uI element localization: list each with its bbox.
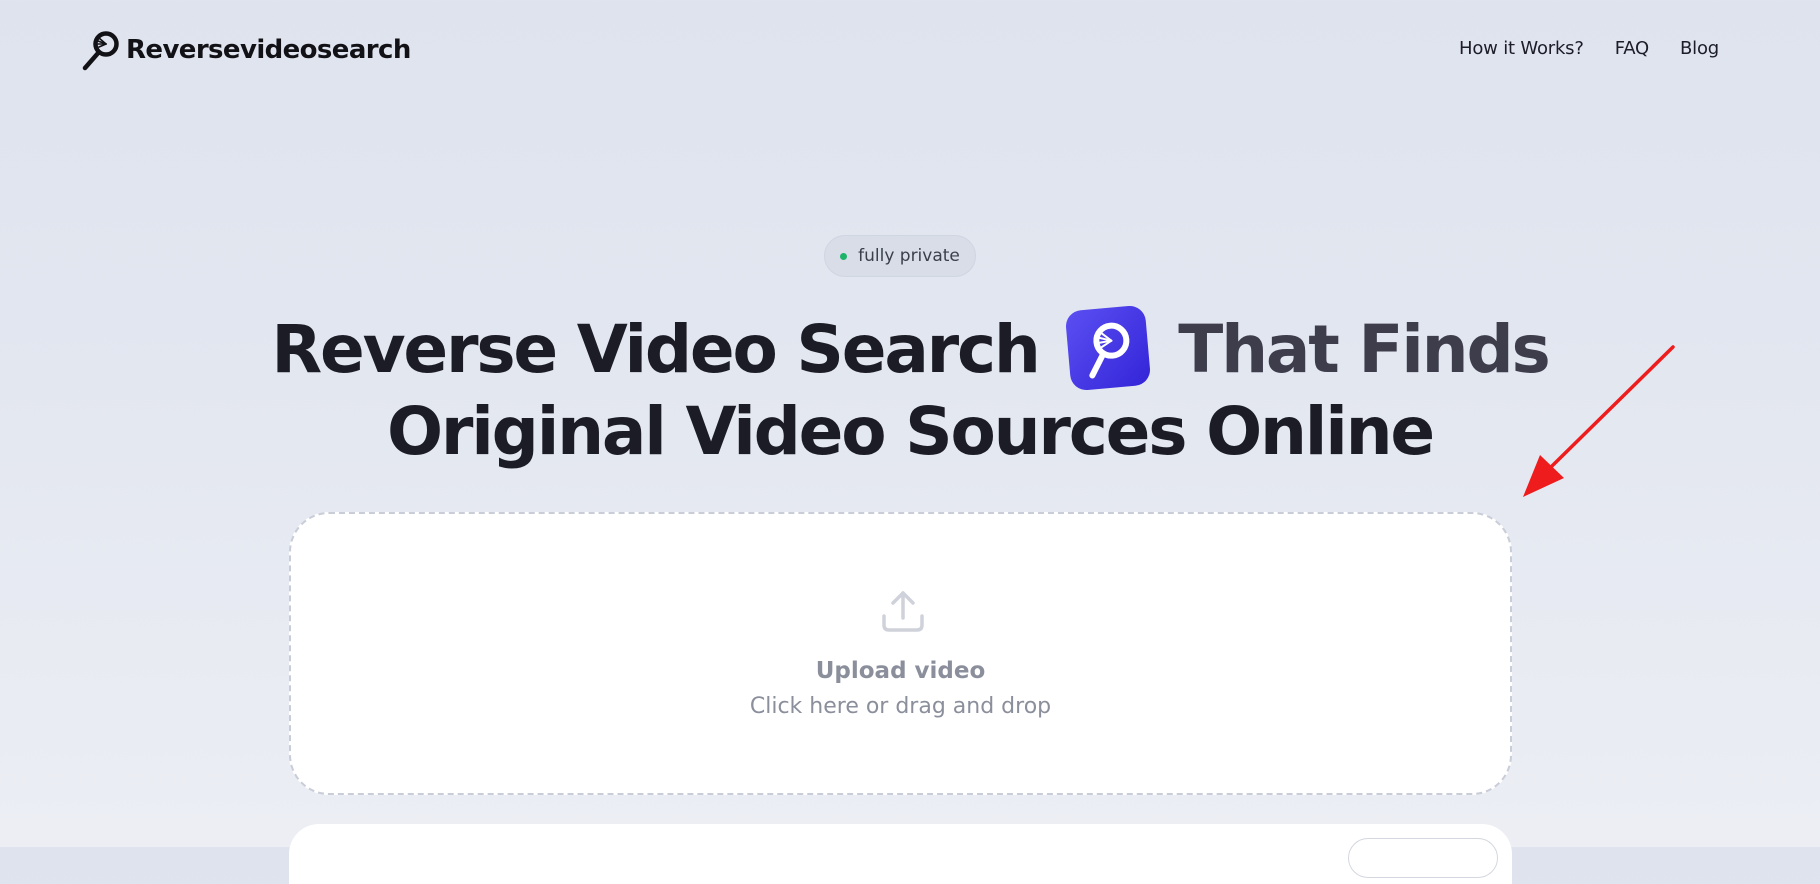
option-button[interactable] — [1348, 838, 1498, 878]
logo-text: Reversevideosearch — [126, 35, 411, 65]
logo-link[interactable]: Reversevideosearch — [82, 29, 411, 71]
main-nav: How it Works? FAQ Blog — [1459, 38, 1719, 59]
site-header: Reversevideosearch How it Works? FAQ Blo… — [0, 0, 1820, 104]
upload-subtitle: Click here or drag and drop — [749, 694, 1052, 719]
search-options-card — [289, 824, 1512, 884]
title-line-2: Original Video Sources Online — [387, 393, 1435, 470]
upload-icon — [880, 588, 926, 634]
privacy-badge: fully private — [824, 235, 976, 277]
nav-link-blog[interactable]: Blog — [1680, 38, 1719, 59]
nav-link-faq[interactable]: FAQ — [1615, 38, 1649, 59]
nav-link-how-it-works[interactable]: How it Works? — [1459, 38, 1584, 59]
title-part-1: Reverse Video Search — [271, 311, 1041, 388]
search-app-icon — [1062, 302, 1153, 393]
privacy-badge-label: fully private — [858, 246, 960, 266]
video-upload-dropzone[interactable]: Upload video Click here or drag and drop — [289, 512, 1512, 795]
magnifier-icon — [82, 29, 122, 71]
upload-title: Upload video — [815, 658, 986, 684]
annotation-arrow — [1523, 345, 1675, 497]
title-part-2: That Finds — [1178, 311, 1550, 388]
status-dot-icon — [840, 252, 848, 260]
